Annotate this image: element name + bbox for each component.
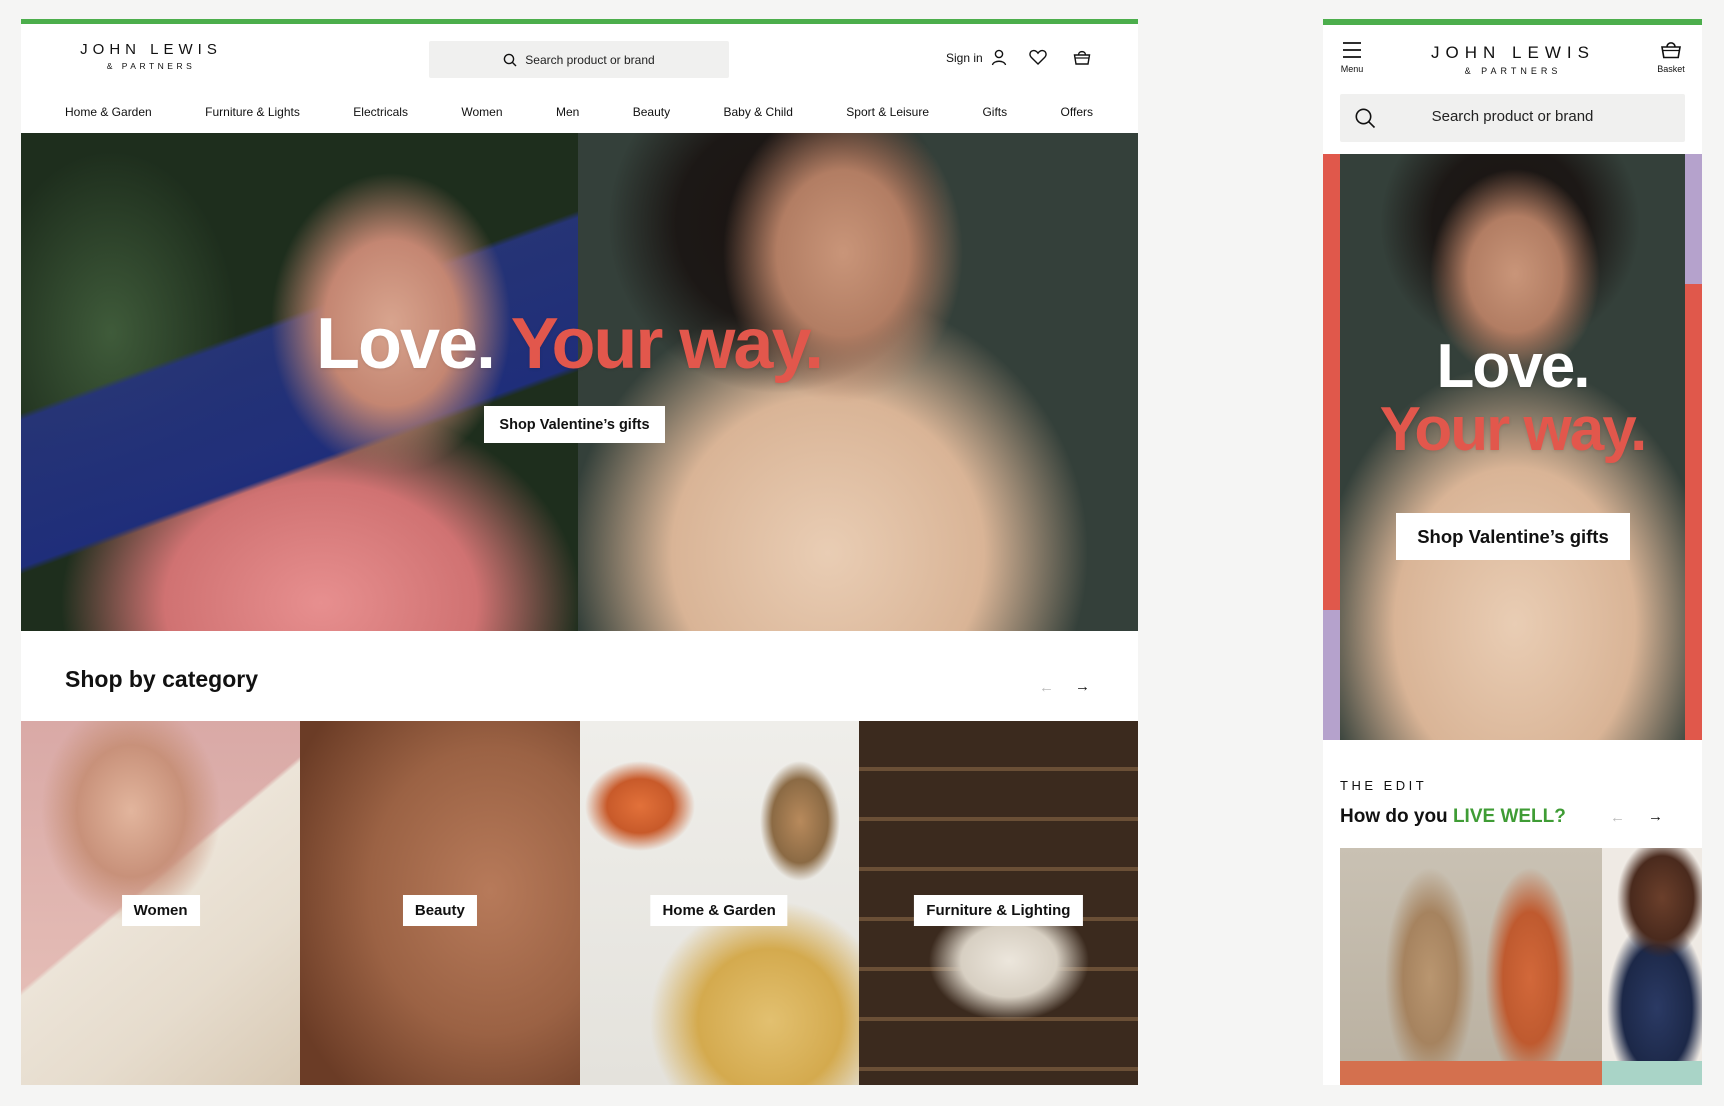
john-lewis-logo[interactable]: JOHN LEWIS & PARTNERS: [61, 41, 241, 71]
category-label: Furniture & Lighting: [914, 895, 1083, 926]
edit-card-color-strip: [1340, 1061, 1602, 1085]
category-tile-furniture-lighting[interactable]: Furniture & Lighting: [858, 721, 1138, 1085]
carousel-prev-arrow-icon[interactable]: ←: [1039, 679, 1054, 696]
logo-line1: JOHN LEWIS: [1431, 43, 1595, 62]
live-well-title-accent: LIVE WELL?: [1452, 806, 1566, 827]
basket-label: Basket: [1657, 64, 1685, 74]
top-accent-bar: [21, 19, 1138, 24]
main-nav: Home & Garden Furniture & Lights Electri…: [65, 105, 1093, 119]
search-placeholder: Search product or brand: [1431, 108, 1594, 125]
nav-item-gifts[interactable]: Gifts: [982, 105, 1007, 119]
nav-item-offers[interactable]: Offers: [1061, 105, 1093, 119]
live-well-title-prefix: How do you: [1340, 806, 1453, 827]
hamburger-icon: [1337, 41, 1367, 59]
decor-bar-purple-right: [1685, 154, 1702, 284]
nav-item-beauty[interactable]: Beauty: [633, 105, 670, 119]
shop-by-category-title: Shop by category: [65, 666, 258, 692]
basket-icon[interactable]: [1073, 48, 1091, 66]
shop-valentines-gifts-button[interactable]: Shop Valentine’s gifts: [484, 406, 665, 443]
menu-button[interactable]: Menu: [1337, 41, 1367, 74]
logo-line2: & PARTNERS: [1464, 66, 1562, 76]
carousel-prev-arrow-icon[interactable]: ←: [1610, 809, 1625, 826]
basket-button[interactable]: Basket: [1652, 39, 1690, 74]
sign-in-label: Sign in: [946, 50, 983, 65]
nav-item-electricals[interactable]: Electricals: [353, 105, 408, 119]
category-tile-beauty[interactable]: Beauty: [300, 721, 580, 1085]
mobile-view: Menu JOHN LEWIS & PARTNERS Basket Search…: [1323, 19, 1702, 1085]
nav-item-furniture-lights[interactable]: Furniture & Lights: [205, 105, 300, 119]
category-tile-women[interactable]: Women: [21, 721, 301, 1085]
hero-title: Love. Your way.: [316, 303, 824, 385]
hero-title-red: Your way.: [510, 304, 824, 384]
hero-title-white: Love.: [1436, 332, 1591, 401]
the-edit-kicker: THE EDIT: [1340, 778, 1428, 793]
hero-title-white: Love.: [316, 304, 496, 384]
carousel-next-arrow-icon[interactable]: →: [1075, 678, 1090, 695]
basket-icon: [1652, 39, 1690, 59]
menu-label: Menu: [1340, 64, 1364, 74]
category-label: Beauty: [402, 895, 477, 926]
sign-in-button[interactable]: Sign in: [946, 49, 1007, 66]
nav-item-home-garden[interactable]: Home & Garden: [65, 105, 152, 119]
logo-line2: & PARTNERS: [106, 61, 196, 71]
search-placeholder: Search product or brand: [525, 52, 655, 67]
search-icon: [503, 53, 517, 67]
nav-item-women[interactable]: Women: [461, 105, 502, 119]
decor-bar-purple-left: [1323, 610, 1340, 740]
heart-icon[interactable]: [1029, 49, 1047, 65]
nav-item-baby-child[interactable]: Baby & Child: [724, 105, 793, 119]
edit-card-image[interactable]: [1602, 848, 1702, 1085]
desktop-view: JOHN LEWIS & PARTNERS Search product or …: [21, 19, 1138, 1085]
category-label: Home & Garden: [650, 895, 788, 926]
edit-card-image[interactable]: [1340, 848, 1602, 1085]
search-input[interactable]: Search product or brand: [1340, 94, 1685, 142]
shop-valentines-gifts-button[interactable]: Shop Valentine’s gifts: [1396, 513, 1630, 560]
search-input[interactable]: Search product or brand: [429, 41, 729, 78]
user-icon: [991, 49, 1007, 66]
hero-title-red: Your way.: [1379, 395, 1648, 464]
john-lewis-logo[interactable]: JOHN LEWIS & PARTNERS: [1423, 43, 1603, 76]
logo-line1: JOHN LEWIS: [80, 41, 222, 58]
edit-card-color-strip: [1602, 1061, 1702, 1085]
category-label: Women: [121, 895, 200, 926]
nav-item-men[interactable]: Men: [556, 105, 579, 119]
hero-banner[interactable]: Love. Your way. Shop Valentine’s gifts: [21, 133, 1138, 631]
nav-item-sport-leisure[interactable]: Sport & Leisure: [846, 105, 929, 119]
category-tile-home-garden[interactable]: Home & Garden: [579, 721, 859, 1085]
hero-banner[interactable]: Love. Your way. Shop Valentine’s gifts: [1323, 154, 1702, 740]
category-tiles: Women Beauty Home & Garden Furniture & L…: [21, 721, 1138, 1085]
carousel-next-arrow-icon[interactable]: →: [1648, 808, 1663, 825]
top-accent-bar: [1323, 19, 1702, 25]
live-well-title: How do you LIVE WELL?: [1340, 806, 1566, 828]
